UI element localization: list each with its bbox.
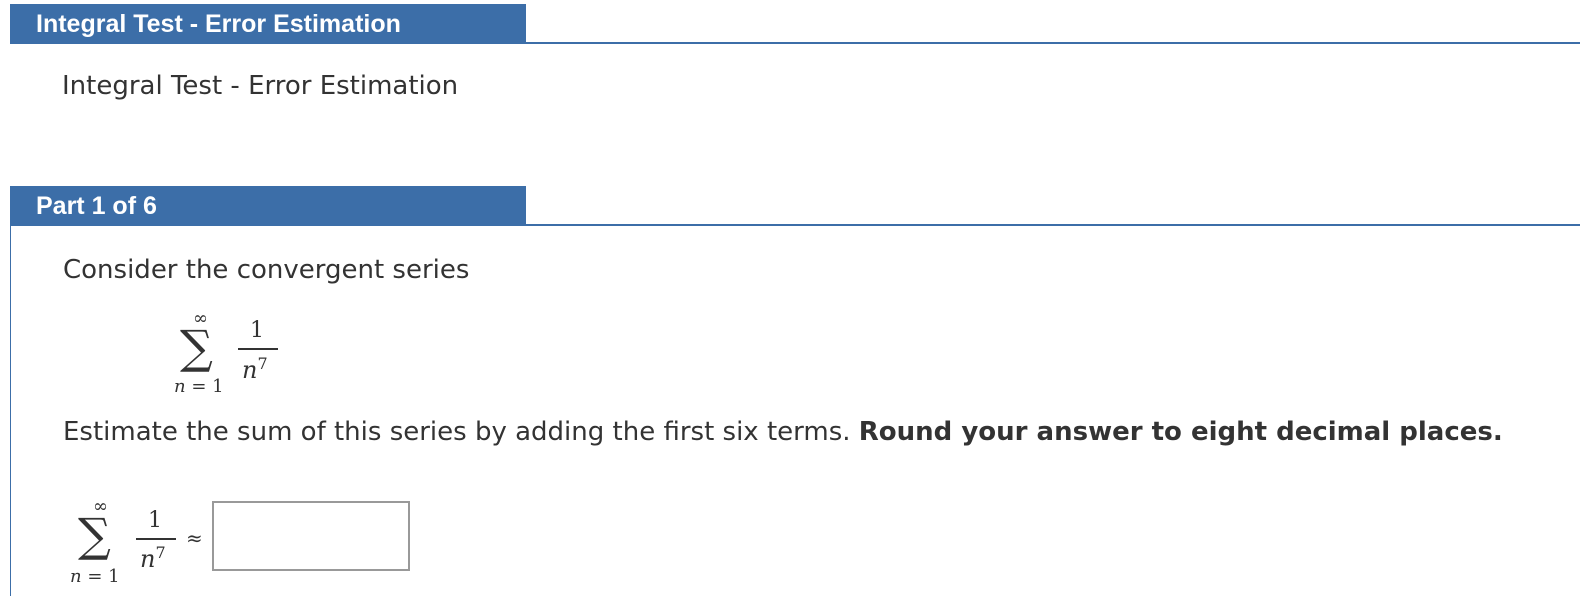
series-numerator: 1 <box>250 318 264 343</box>
answer-denominator: n7 <box>140 543 166 573</box>
part-left-border <box>10 226 11 596</box>
series-fraction-bar <box>238 348 278 350</box>
answer-input[interactable] <box>212 501 410 571</box>
answer-sigma-icon: ∑ <box>78 508 111 562</box>
answer-numerator: 1 <box>148 508 162 533</box>
series-display: ∞ ∑ n = 1 1 n7 <box>168 308 288 400</box>
answer-series: ∞ ∑ n = 1 1 n7 ≈ <box>68 496 208 596</box>
estimate-instruction: Estimate the sum of this series by addin… <box>63 417 1503 447</box>
approx-symbol: ≈ <box>186 526 203 550</box>
part-section-header: Part 1 of 6 <box>10 186 1580 227</box>
rounding-instruction: Round your answer to eight decimal place… <box>858 417 1503 447</box>
series-denominator: n7 <box>242 354 268 384</box>
series-lower-limit: n = 1 <box>174 376 224 397</box>
part-header-rule <box>526 224 1580 226</box>
answer-lower-limit: n = 1 <box>70 566 120 587</box>
sigma-icon: ∑ <box>180 320 213 374</box>
intro-section-header: Integral Test - Error Estimation <box>10 4 1580 44</box>
intro-header-label: Integral Test - Error Estimation <box>10 4 526 44</box>
intro-header-rule <box>526 42 1580 44</box>
answer-fraction-bar <box>136 538 176 540</box>
consider-text: Consider the convergent series <box>63 255 470 285</box>
part-header-label: Part 1 of 6 <box>10 186 526 226</box>
intro-title: Integral Test - Error Estimation <box>62 71 459 101</box>
